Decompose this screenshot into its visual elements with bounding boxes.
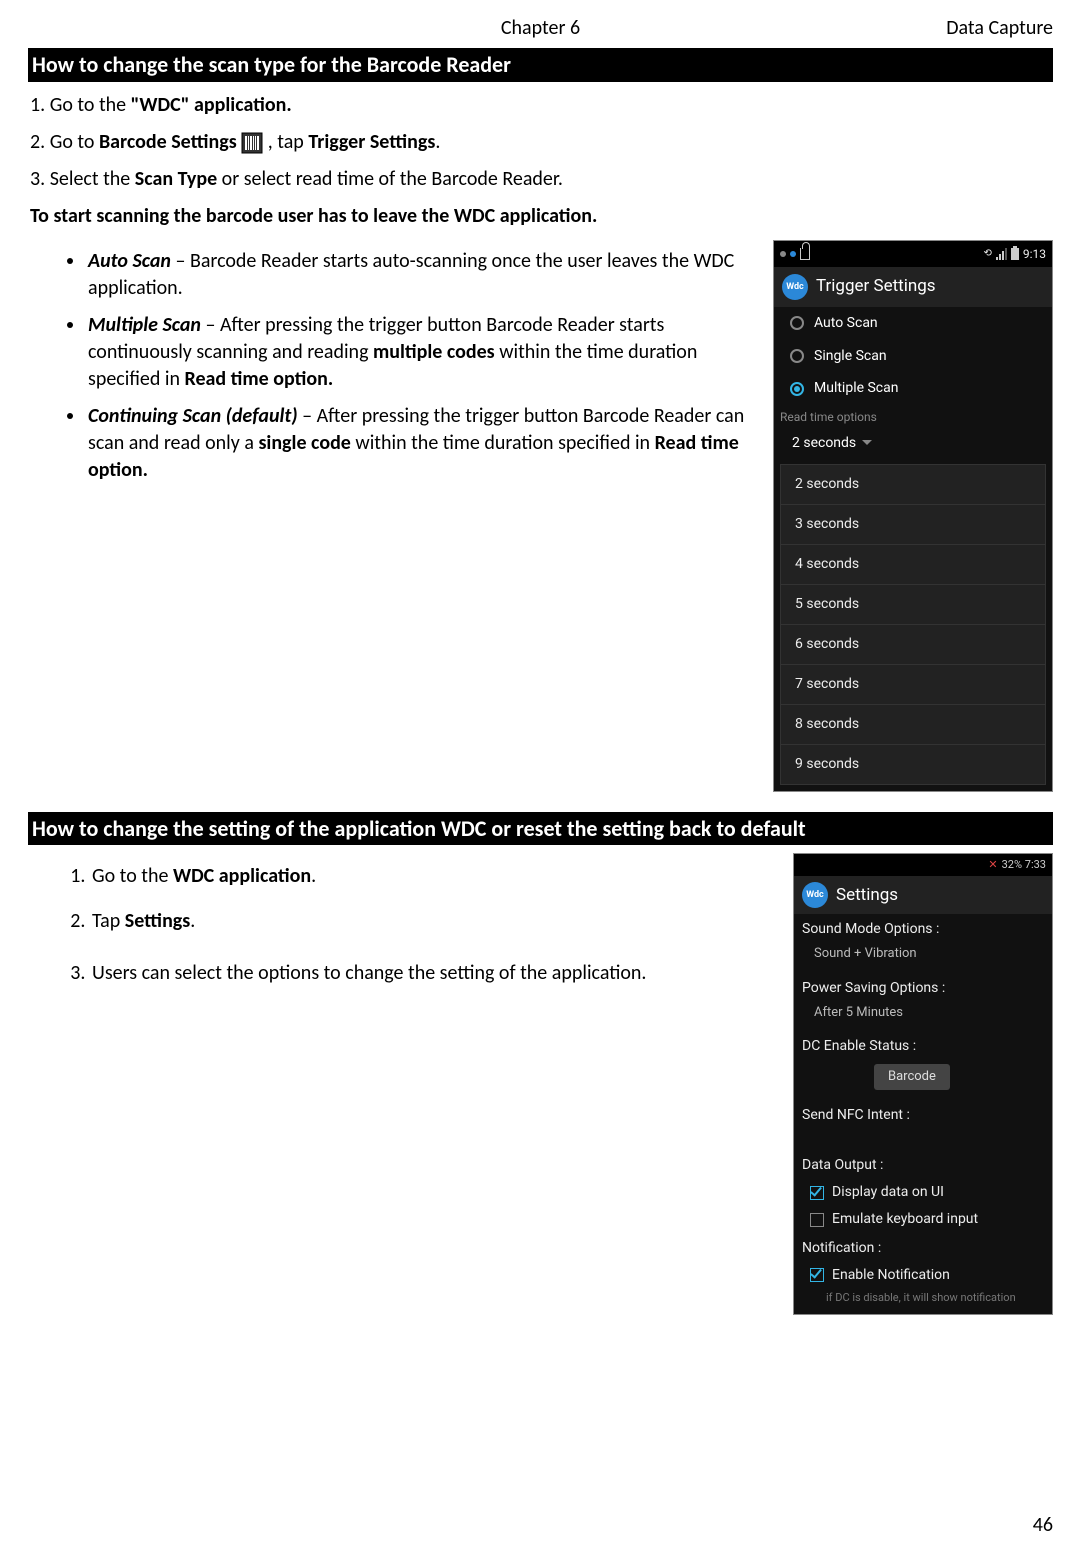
radio-multiple-scan[interactable]: Multiple Scan — [774, 372, 1052, 405]
section-heading-wdc-settings: How to change the setting of the applica… — [28, 812, 1053, 846]
data-output-label: Data Output : — [794, 1150, 1052, 1179]
display-on-ui-checkbox[interactable]: Display data on UI — [794, 1179, 1052, 1206]
nfc-icon: ⟲ — [983, 247, 991, 261]
status-time: 9:13 — [1023, 246, 1046, 262]
wdc-logo-icon: Wdc — [782, 274, 808, 300]
bullet-multiple-scan: Multiple Scan – After pressing the trigg… — [86, 312, 755, 393]
step2-3: Users can select the options to change t… — [90, 953, 775, 993]
screen-title: Trigger Settings — [816, 275, 936, 298]
status-dot-icon — [780, 251, 786, 257]
step2-1: Go to the WDC application. — [90, 863, 775, 890]
checkbox-checked-icon — [810, 1268, 824, 1282]
send-nfc-label: Send NFC Intent : — [794, 1100, 1052, 1129]
dc-enable-label: DC Enable Status : — [794, 1031, 1052, 1060]
barcode-settings-icon — [241, 132, 263, 154]
sound-mode-value[interactable]: Sound + Vibration — [794, 943, 1052, 973]
trigger-settings-screenshot: ⟲ 9:13 Wdc Trigger Settings Auto Scan — [773, 240, 1053, 792]
read-time-spinner[interactable]: 2 seconds — [774, 428, 1052, 461]
step-3: 3. Select the Scan Type or select read t… — [30, 166, 1053, 193]
bullet-continuing-scan: Continuing Scan (default) – After pressi… — [86, 403, 755, 484]
read-time-option[interactable]: 7 seconds — [781, 664, 1045, 704]
step-2: 2. Go to Barcode Settings , tap Trigger … — [30, 129, 1053, 156]
read-time-option[interactable]: 8 seconds — [781, 704, 1045, 744]
read-time-label: Read time options — [774, 405, 1052, 427]
read-time-option[interactable]: 2 seconds — [781, 465, 1045, 504]
status-text: 32% 7:33 — [1002, 858, 1046, 873]
bullet-auto-scan: Auto Scan – Barcode Reader starts auto-s… — [86, 248, 755, 302]
checkbox-checked-icon — [810, 1186, 824, 1200]
radio-single-scan[interactable]: Single Scan — [774, 340, 1052, 373]
close-icon: ✕ — [988, 858, 997, 873]
read-time-option[interactable]: 6 seconds — [781, 624, 1045, 664]
settings-screenshot: ✕ 32% 7:33 Wdc Settings Sound Mode Optio… — [793, 853, 1053, 1315]
dc-enable-button[interactable]: Barcode — [874, 1064, 950, 1090]
section-heading-scan-type: How to change the scan type for the Barc… — [28, 48, 1053, 82]
header-chapter: Chapter 6 — [0, 15, 1081, 42]
battery-icon — [1011, 248, 1019, 260]
leave-wdc-note: To start scanning the barcode user has t… — [30, 203, 1053, 230]
screen-title: Settings — [836, 884, 898, 907]
sound-mode-label: Sound Mode Options : — [794, 914, 1052, 943]
wdc-logo-icon: Wdc — [802, 882, 828, 908]
checkbox-icon — [810, 1213, 824, 1227]
read-time-option[interactable]: 9 seconds — [781, 744, 1045, 784]
read-time-dropdown: 2 seconds 3 seconds 4 seconds 5 seconds … — [780, 464, 1046, 784]
emulate-keyboard-checkbox[interactable]: Emulate keyboard input — [794, 1206, 1052, 1233]
radio-icon — [790, 316, 804, 330]
notification-label: Notification : — [794, 1233, 1052, 1262]
enable-notification-checkbox[interactable]: Enable Notification — [794, 1262, 1052, 1289]
step2-2: Tap Settings. — [90, 908, 775, 935]
chevron-down-icon — [862, 440, 872, 445]
status-dot-icon — [790, 251, 796, 257]
notification-subnote: if DC is disable, it will show notificat… — [794, 1289, 1052, 1314]
power-saving-label: Power Saving Options : — [794, 973, 1052, 1002]
read-time-option[interactable]: 4 seconds — [781, 544, 1045, 584]
signal-icon — [996, 248, 1007, 260]
power-saving-value[interactable]: After 5 Minutes — [794, 1002, 1052, 1032]
read-time-option[interactable]: 5 seconds — [781, 584, 1045, 624]
radio-icon — [790, 349, 804, 363]
lock-icon — [800, 248, 810, 260]
radio-auto-scan[interactable]: Auto Scan — [774, 307, 1052, 340]
step-1: 1. Go to the "WDC" application. — [30, 92, 1053, 119]
read-time-option[interactable]: 3 seconds — [781, 504, 1045, 544]
radio-selected-icon — [790, 382, 804, 396]
page-number: 46 — [1033, 1512, 1053, 1539]
